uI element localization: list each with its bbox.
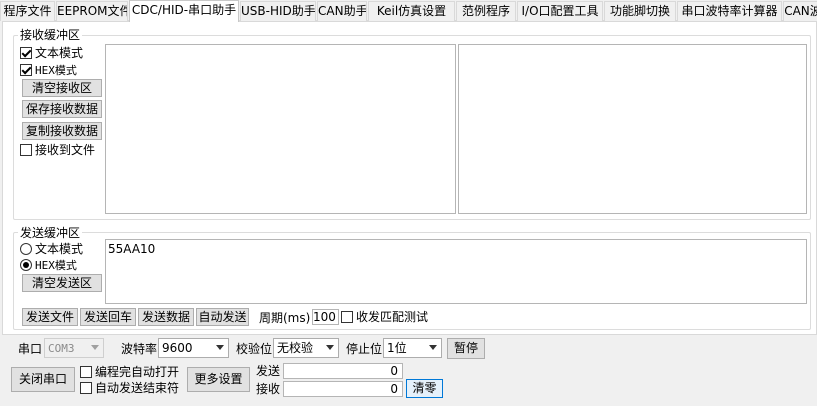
tab-can-baud[interactable]: CAN波 <box>783 1 817 21</box>
checkbox-unchecked-icon <box>80 382 92 394</box>
main-panel: 接收缓冲区 文本模式 HEX模式 清空接收区 保存接收数据 复制接收数据 接收到… <box>2 21 817 335</box>
auto-end-checkbox[interactable]: 自动发送结束符 <box>80 381 179 395</box>
pause-button[interactable]: 暂停 <box>447 338 485 359</box>
auto-open-label: 编程完自动打开 <box>95 365 180 379</box>
tab-examples[interactable]: 范例程序 <box>456 1 516 21</box>
sent-count: 0 <box>283 363 403 379</box>
received-count: 0 <box>283 381 403 397</box>
receive-hex-area[interactable] <box>458 44 807 214</box>
port-value: COM3 <box>48 342 75 355</box>
chevron-down-icon <box>429 345 437 350</box>
send-data-button[interactable]: 发送数据 <box>138 308 194 326</box>
checkbox-unchecked-icon <box>80 366 92 378</box>
chevron-down-icon <box>326 345 334 350</box>
auto-open-checkbox[interactable]: 编程完自动打开 <box>80 365 179 379</box>
receive-text-area[interactable] <box>105 44 456 214</box>
receive-text-mode-label: 文本模式 <box>35 46 84 60</box>
checkbox-checked-icon <box>20 64 32 76</box>
clear-send-button[interactable]: 清空发送区 <box>22 274 102 292</box>
parity-value: 无校验 <box>277 341 314 355</box>
send-hex-mode-radio[interactable]: HEX模式 <box>20 258 77 272</box>
sent-label: 发送 <box>256 364 281 378</box>
receive-hex-mode-checkbox[interactable]: HEX模式 <box>20 63 77 77</box>
parity-select[interactable]: 无校验 <box>273 338 339 358</box>
checkbox-checked-icon <box>20 47 32 59</box>
match-test-checkbox[interactable]: 收发匹配测试 <box>341 310 428 324</box>
copy-receive-button[interactable]: 复制接收数据 <box>22 122 102 140</box>
checkbox-unchecked-icon <box>20 144 32 156</box>
tab-baud-calculator[interactable]: 串口波特率计算器 <box>677 1 782 21</box>
tab-keil-settings[interactable]: Keil仿真设置 <box>368 1 455 21</box>
send-text-mode-radio[interactable]: 文本模式 <box>20 242 83 256</box>
tab-can-helper[interactable]: CAN助手 <box>317 1 367 21</box>
parity-label: 校验位 <box>236 342 273 356</box>
baud-select[interactable]: 9600 <box>158 338 229 358</box>
checkbox-unchecked-icon <box>341 311 353 323</box>
receive-group-title: 接收缓冲区 <box>18 28 83 42</box>
receive-text-mode-checkbox[interactable]: 文本模式 <box>20 46 83 60</box>
stop-bits-value: 1位 <box>387 341 407 355</box>
receive-hex-mode-label: HEX模式 <box>35 64 77 77</box>
auto-end-label: 自动发送结束符 <box>95 381 180 395</box>
send-hex-mode-label: HEX模式 <box>35 259 77 272</box>
received-label: 接收 <box>256 382 281 396</box>
send-text-mode-label: 文本模式 <box>35 242 84 256</box>
period-label: 周期(ms) <box>259 311 311 325</box>
period-input[interactable]: 100 <box>312 309 339 325</box>
baud-label: 波特率 <box>121 342 158 356</box>
send-file-button[interactable]: 发送文件 <box>22 308 78 326</box>
clear-receive-button[interactable]: 清空接收区 <box>22 79 102 97</box>
more-settings-button[interactable]: 更多设置 <box>187 367 250 392</box>
tab-bar: 程序文件 EEPROM文件 CDC/HID-串口助手 USB-HID助手 CAN… <box>0 0 817 22</box>
chevron-down-icon <box>91 345 99 350</box>
tab-pin-switch[interactable]: 功能脚切换 <box>604 1 676 21</box>
stop-bits-label: 停止位 <box>346 342 383 356</box>
close-port-button[interactable]: 关闭串口 <box>11 367 75 392</box>
port-select[interactable]: COM3 <box>44 338 104 358</box>
auto-send-button[interactable]: 自动发送 <box>196 308 249 326</box>
tab-program-file[interactable]: 程序文件 <box>0 1 55 21</box>
tab-eeprom-file[interactable]: EEPROM文件 <box>56 1 128 21</box>
radio-checked-icon <box>20 259 32 271</box>
stop-bits-select[interactable]: 1位 <box>383 338 442 358</box>
match-test-label: 收发匹配测试 <box>356 310 429 324</box>
baud-value: 9600 <box>162 341 193 355</box>
port-label: 串口 <box>18 342 43 356</box>
radio-unchecked-icon <box>20 243 32 255</box>
send-enter-button[interactable]: 发送回车 <box>80 308 136 326</box>
tab-usb-hid[interactable]: USB-HID助手 <box>240 1 316 21</box>
tab-cdc-hid-serial[interactable]: CDC/HID-串口助手 <box>129 0 239 22</box>
send-text-area[interactable]: 55AA10 <box>105 239 807 304</box>
receive-to-file-checkbox[interactable]: 接收到文件 <box>20 143 95 157</box>
receive-to-file-label: 接收到文件 <box>35 143 96 157</box>
tab-io-config[interactable]: I/O口配置工具 <box>517 1 603 21</box>
save-receive-button[interactable]: 保存接收数据 <box>22 100 102 118</box>
send-group-title: 发送缓冲区 <box>18 226 83 240</box>
chevron-down-icon <box>216 345 224 350</box>
reset-counter-button[interactable]: 清零 <box>406 379 443 398</box>
